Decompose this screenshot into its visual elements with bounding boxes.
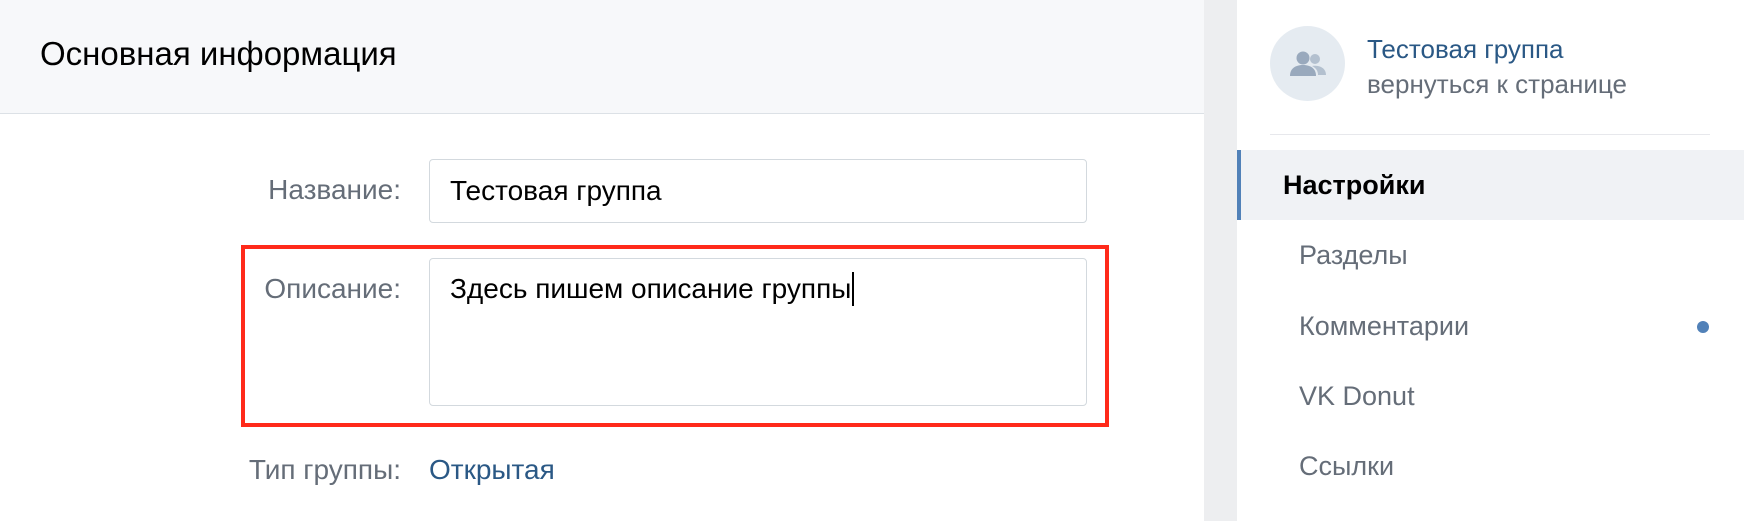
group-type-link[interactable]: Открытая <box>429 453 555 487</box>
description-textarea-content: Здесь пишем описание группы <box>450 272 855 306</box>
group-type-label: Тип группы: <box>248 454 401 485</box>
name-input-value: Тестовая группа <box>450 175 662 206</box>
text-caret <box>852 272 855 306</box>
sidebar-item-label: Разделы <box>1299 240 1408 270</box>
sidebar-item-comments[interactable]: Комментарии <box>1237 291 1744 361</box>
page-title: Основная информация <box>40 35 397 72</box>
description-textarea[interactable]: Здесь пишем описание группы <box>429 258 1087 406</box>
group-name-link[interactable]: Тестовая группа <box>1367 33 1564 65</box>
group-avatar[interactable] <box>1270 26 1345 101</box>
sidebar-item-label: Комментарии <box>1299 311 1470 341</box>
main-panel: Основная информация Название: Тестовая г… <box>0 0 1204 521</box>
sidebar-divider <box>1270 134 1710 135</box>
back-to-page-link[interactable]: вернуться к странице <box>1367 68 1627 100</box>
name-input[interactable]: Тестовая группа <box>429 159 1087 223</box>
sidebar-item-label: Настройки <box>1283 170 1426 200</box>
sidebar-item-settings[interactable]: Настройки <box>1237 150 1744 220</box>
sidebar-item-vk-donut[interactable]: VK Donut <box>1237 361 1744 431</box>
sidebar-item-sections[interactable]: Разделы <box>1237 220 1744 290</box>
name-label: Название: <box>268 174 401 205</box>
page: Основная информация Название: Тестовая г… <box>0 0 1744 521</box>
sidebar-item-label: VK Donut <box>1299 381 1415 411</box>
description-label: Описание: <box>264 273 401 304</box>
sidebar-item-label: Ссылки <box>1299 451 1395 481</box>
status-dot-icon <box>1697 321 1709 333</box>
group-icon <box>1289 51 1326 76</box>
main-header: Основная информация <box>0 0 1204 114</box>
description-textarea-value: Здесь пишем описание группы <box>450 273 852 304</box>
sidebar-item-links[interactable]: Ссылки <box>1237 431 1744 501</box>
sidebar: Тестовая группа вернуться к странице Нас… <box>1237 0 1744 521</box>
